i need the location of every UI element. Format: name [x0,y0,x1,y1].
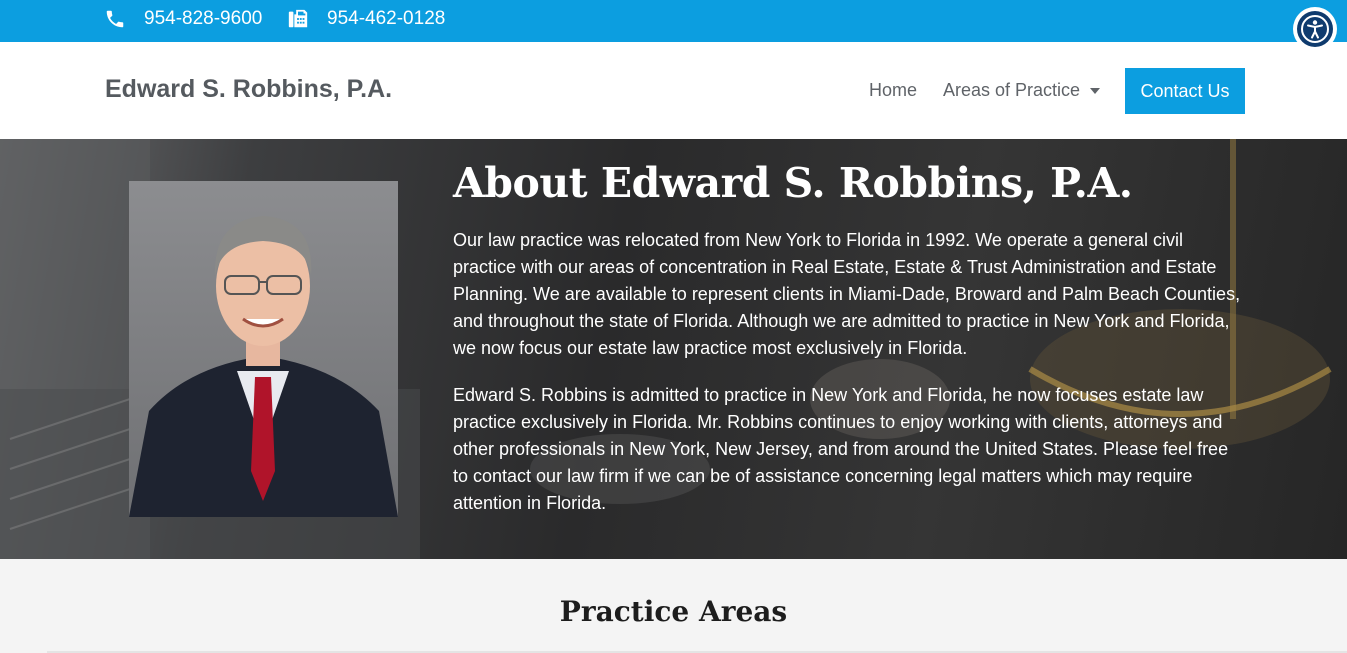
about-paragraph-1: Our law practice was relocated from New … [453,230,1241,358]
caret-down-icon [1090,87,1101,94]
contact-us-button[interactable]: Contact Us [1125,68,1245,114]
site-header: Edward S. Robbins, P.A. Home Areas of Pr… [0,42,1347,139]
about-paragraph-2: Edward S. Robbins is admitted to practic… [453,385,1229,513]
site-title[interactable]: Edward S. Robbins, P.A. [105,75,392,104]
fax-number: 954-462-0128 [327,8,446,29]
fax-contact[interactable]: 954-462-0128 [287,0,445,38]
nav-areas-label: Areas of Practice [943,80,1081,100]
attorney-portrait [129,181,398,517]
about-title: About Edward S. Robbins, P.A. [453,159,1133,207]
nav-home[interactable]: Home [869,80,917,101]
about-content: About Edward S. Robbins, P.A. Our law pr… [453,159,1253,537]
top-contact-bar: 954-828-9600 954-462-0128 [0,0,1347,42]
nav-areas-of-practice[interactable]: Areas of Practice [943,80,1101,101]
practice-areas-section: Practice Areas [0,559,1347,653]
about-section: About Edward S. Robbins, P.A. Our law pr… [0,139,1347,559]
accessibility-icon [1297,11,1333,47]
phone-contact[interactable]: 954-828-9600 [104,0,262,38]
phone-number: 954-828-9600 [144,8,263,29]
accessibility-button[interactable] [1293,7,1337,51]
practice-areas-title: Practice Areas [559,595,788,628]
fax-icon [287,8,309,30]
phone-icon [104,8,126,30]
